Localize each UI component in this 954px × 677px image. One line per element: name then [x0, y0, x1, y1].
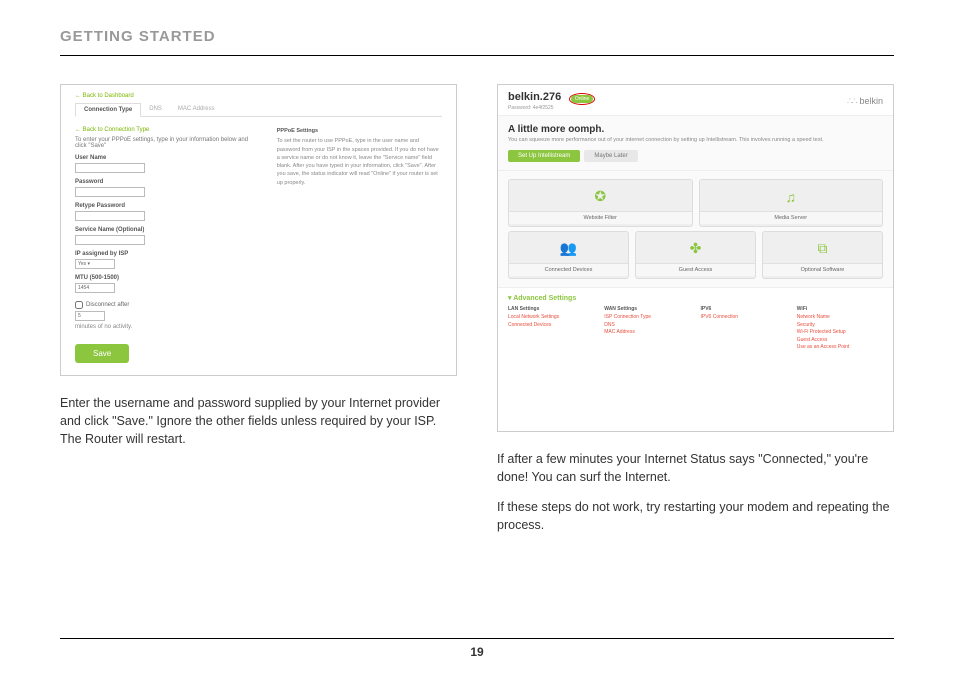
music-icon: ♫ — [786, 183, 797, 211]
tile-optional-software[interactable]: ⧉ Optional Software — [762, 231, 883, 279]
label-disconnect-after: Disconnect after — [86, 302, 129, 308]
link-mac-address[interactable]: MAC Address — [604, 329, 690, 337]
left-column: ← Back to Dashboard Connection Type DNS … — [60, 84, 457, 547]
left-caption: Enter the username and password supplied… — [60, 394, 457, 448]
label-password: Password — [75, 179, 257, 185]
right-column: belkin.276 Online Password: 4e4f2525 ∴∴ … — [497, 84, 894, 547]
disconnect-after-row: Disconnect after — [75, 301, 257, 309]
screenshot-pppoe: ← Back to Dashboard Connection Type DNS … — [60, 84, 457, 376]
guest-icon: ✤ — [690, 235, 702, 263]
logo-dots-icon: ∴∴ — [847, 96, 856, 107]
page-footer: 19 — [60, 638, 894, 659]
label-retype-password: Retype Password — [75, 203, 257, 209]
pppoe-intro: To enter your PPPoE settings, type in yo… — [75, 137, 257, 149]
input-mtu[interactable]: 1454 — [75, 283, 115, 293]
checkbox-disconnect-after[interactable] — [75, 301, 83, 309]
pppoe-help-title: PPPoE Settings — [277, 127, 442, 135]
tile-connected-devices[interactable]: 👥 Connected Devices — [508, 231, 629, 279]
password-label: Password: 4e4f2525 — [508, 105, 595, 111]
tile-media-server[interactable]: ♫ Media Server — [699, 179, 884, 227]
adv-h-wifi: WiFi — [797, 306, 883, 312]
dashboard-header: belkin.276 Online Password: 4e4f2525 ∴∴ … — [498, 85, 893, 116]
oomph-section: A little more oomph. You can squeeze mor… — [498, 116, 893, 171]
link-wps[interactable]: Wi-Fi Protected Setup — [797, 329, 883, 337]
label-no-activity: minutes of no activity. — [75, 324, 257, 330]
right-caption-1: If after a few minutes your Internet Sta… — [497, 450, 894, 486]
network-name: belkin.276 — [508, 91, 561, 103]
link-ipv6-connection[interactable]: IPV6 Connection — [701, 314, 787, 322]
label-mtu: MTU (500-1500) — [75, 275, 257, 281]
tile-label: Media Server — [700, 212, 883, 224]
back-to-dashboard-link[interactable]: ← Back to Dashboard — [75, 93, 442, 99]
link-guest-access[interactable]: Guest Access — [797, 337, 883, 345]
tile-label: Connected Devices — [509, 264, 628, 276]
page: GETTING STARTED ← Back to Dashboard Conn… — [0, 0, 954, 567]
right-caption-2: If these steps do not work, try restarti… — [497, 498, 894, 534]
devices-icon: 👥 — [560, 235, 577, 263]
filter-icon: ✪ — [594, 183, 606, 211]
tile-label: Guest Access — [636, 264, 755, 276]
two-columns: ← Back to Dashboard Connection Type DNS … — [60, 84, 894, 547]
adv-h-lan: LAN Settings — [508, 306, 594, 312]
tile-guest-access[interactable]: ✤ Guest Access — [635, 231, 756, 279]
input-retype-password[interactable] — [75, 211, 145, 221]
input-service-name[interactable] — [75, 235, 145, 245]
belkin-logo: ∴∴ belkin — [847, 96, 883, 107]
input-username[interactable] — [75, 163, 145, 173]
status-badge: Online — [571, 95, 593, 103]
link-security[interactable]: Security — [797, 322, 883, 330]
tab-dns[interactable]: DNS — [141, 103, 170, 116]
tiles-row-1: ✪ Website Filter ♫ Media Server — [498, 171, 893, 231]
tile-label: Website Filter — [509, 212, 692, 224]
link-access-point[interactable]: Use as an Access Point — [797, 344, 883, 352]
input-disconnect-minutes[interactable]: 5 — [75, 311, 105, 321]
adv-h-ipv6: IPV6 — [701, 306, 787, 312]
link-dns[interactable]: DNS — [604, 322, 690, 330]
link-network-name[interactable]: Network Name — [797, 314, 883, 322]
screenshot-dashboard: belkin.276 Online Password: 4e4f2525 ∴∴ … — [497, 84, 894, 432]
adv-col-ipv6: IPV6 IPV6 Connection — [701, 306, 787, 352]
advanced-settings: ▾ Advanced Settings LAN Settings Local N… — [498, 288, 893, 362]
page-number: 19 — [470, 645, 483, 659]
section-title: GETTING STARTED — [60, 28, 894, 56]
setup-intellistream-button[interactable]: Set Up Intellistream — [508, 150, 580, 162]
adv-col-wan: WAN Settings ISP Connection Type DNS MAC… — [604, 306, 690, 352]
tab-connection-type[interactable]: Connection Type — [75, 103, 141, 117]
label-username: User Name — [75, 155, 257, 161]
label-ip-by-isp: IP assigned by ISP — [75, 251, 257, 257]
logo-text: belkin — [859, 96, 883, 106]
wan-tabs: Connection Type DNS MAC Address — [75, 103, 442, 117]
status-badge-circle: Online — [569, 93, 595, 105]
software-icon: ⧉ — [818, 235, 828, 263]
oomph-text: You can squeeze more performance out of … — [508, 137, 883, 144]
tiles-row-2: 👥 Connected Devices ✤ Guest Access ⧉ Opt… — [498, 231, 893, 288]
back-to-connection-type-link[interactable]: ← Back to Connection Type — [75, 127, 257, 133]
label-service-name: Service Name (Optional) — [75, 227, 257, 233]
tab-mac-address[interactable]: MAC Address — [170, 103, 223, 116]
adv-h-wan: WAN Settings — [604, 306, 690, 312]
pppoe-form: ← Back to Connection Type To enter your … — [75, 127, 257, 363]
pppoe-help-panel: PPPoE Settings To set the router to use … — [277, 127, 442, 363]
input-password[interactable] — [75, 187, 145, 197]
adv-col-lan: LAN Settings Local Network Settings Conn… — [508, 306, 594, 352]
pppoe-help-body: To set the router to use PPPoE, type in … — [277, 137, 442, 187]
maybe-later-button[interactable]: Maybe Later — [584, 150, 637, 162]
link-isp-connection-type[interactable]: ISP Connection Type — [604, 314, 690, 322]
tile-website-filter[interactable]: ✪ Website Filter — [508, 179, 693, 227]
save-button[interactable]: Save — [75, 344, 129, 363]
link-local-network[interactable]: Local Network Settings — [508, 314, 594, 322]
oomph-heading: A little more oomph. — [508, 124, 883, 135]
link-connected-devices[interactable]: Connected Devices — [508, 322, 594, 330]
select-ip-by-isp[interactable]: Yes ▾ — [75, 259, 115, 269]
adv-col-wifi: WiFi Network Name Security Wi-Fi Protect… — [797, 306, 883, 352]
advanced-settings-toggle[interactable]: ▾ Advanced Settings — [508, 294, 883, 302]
tile-label: Optional Software — [763, 264, 882, 276]
